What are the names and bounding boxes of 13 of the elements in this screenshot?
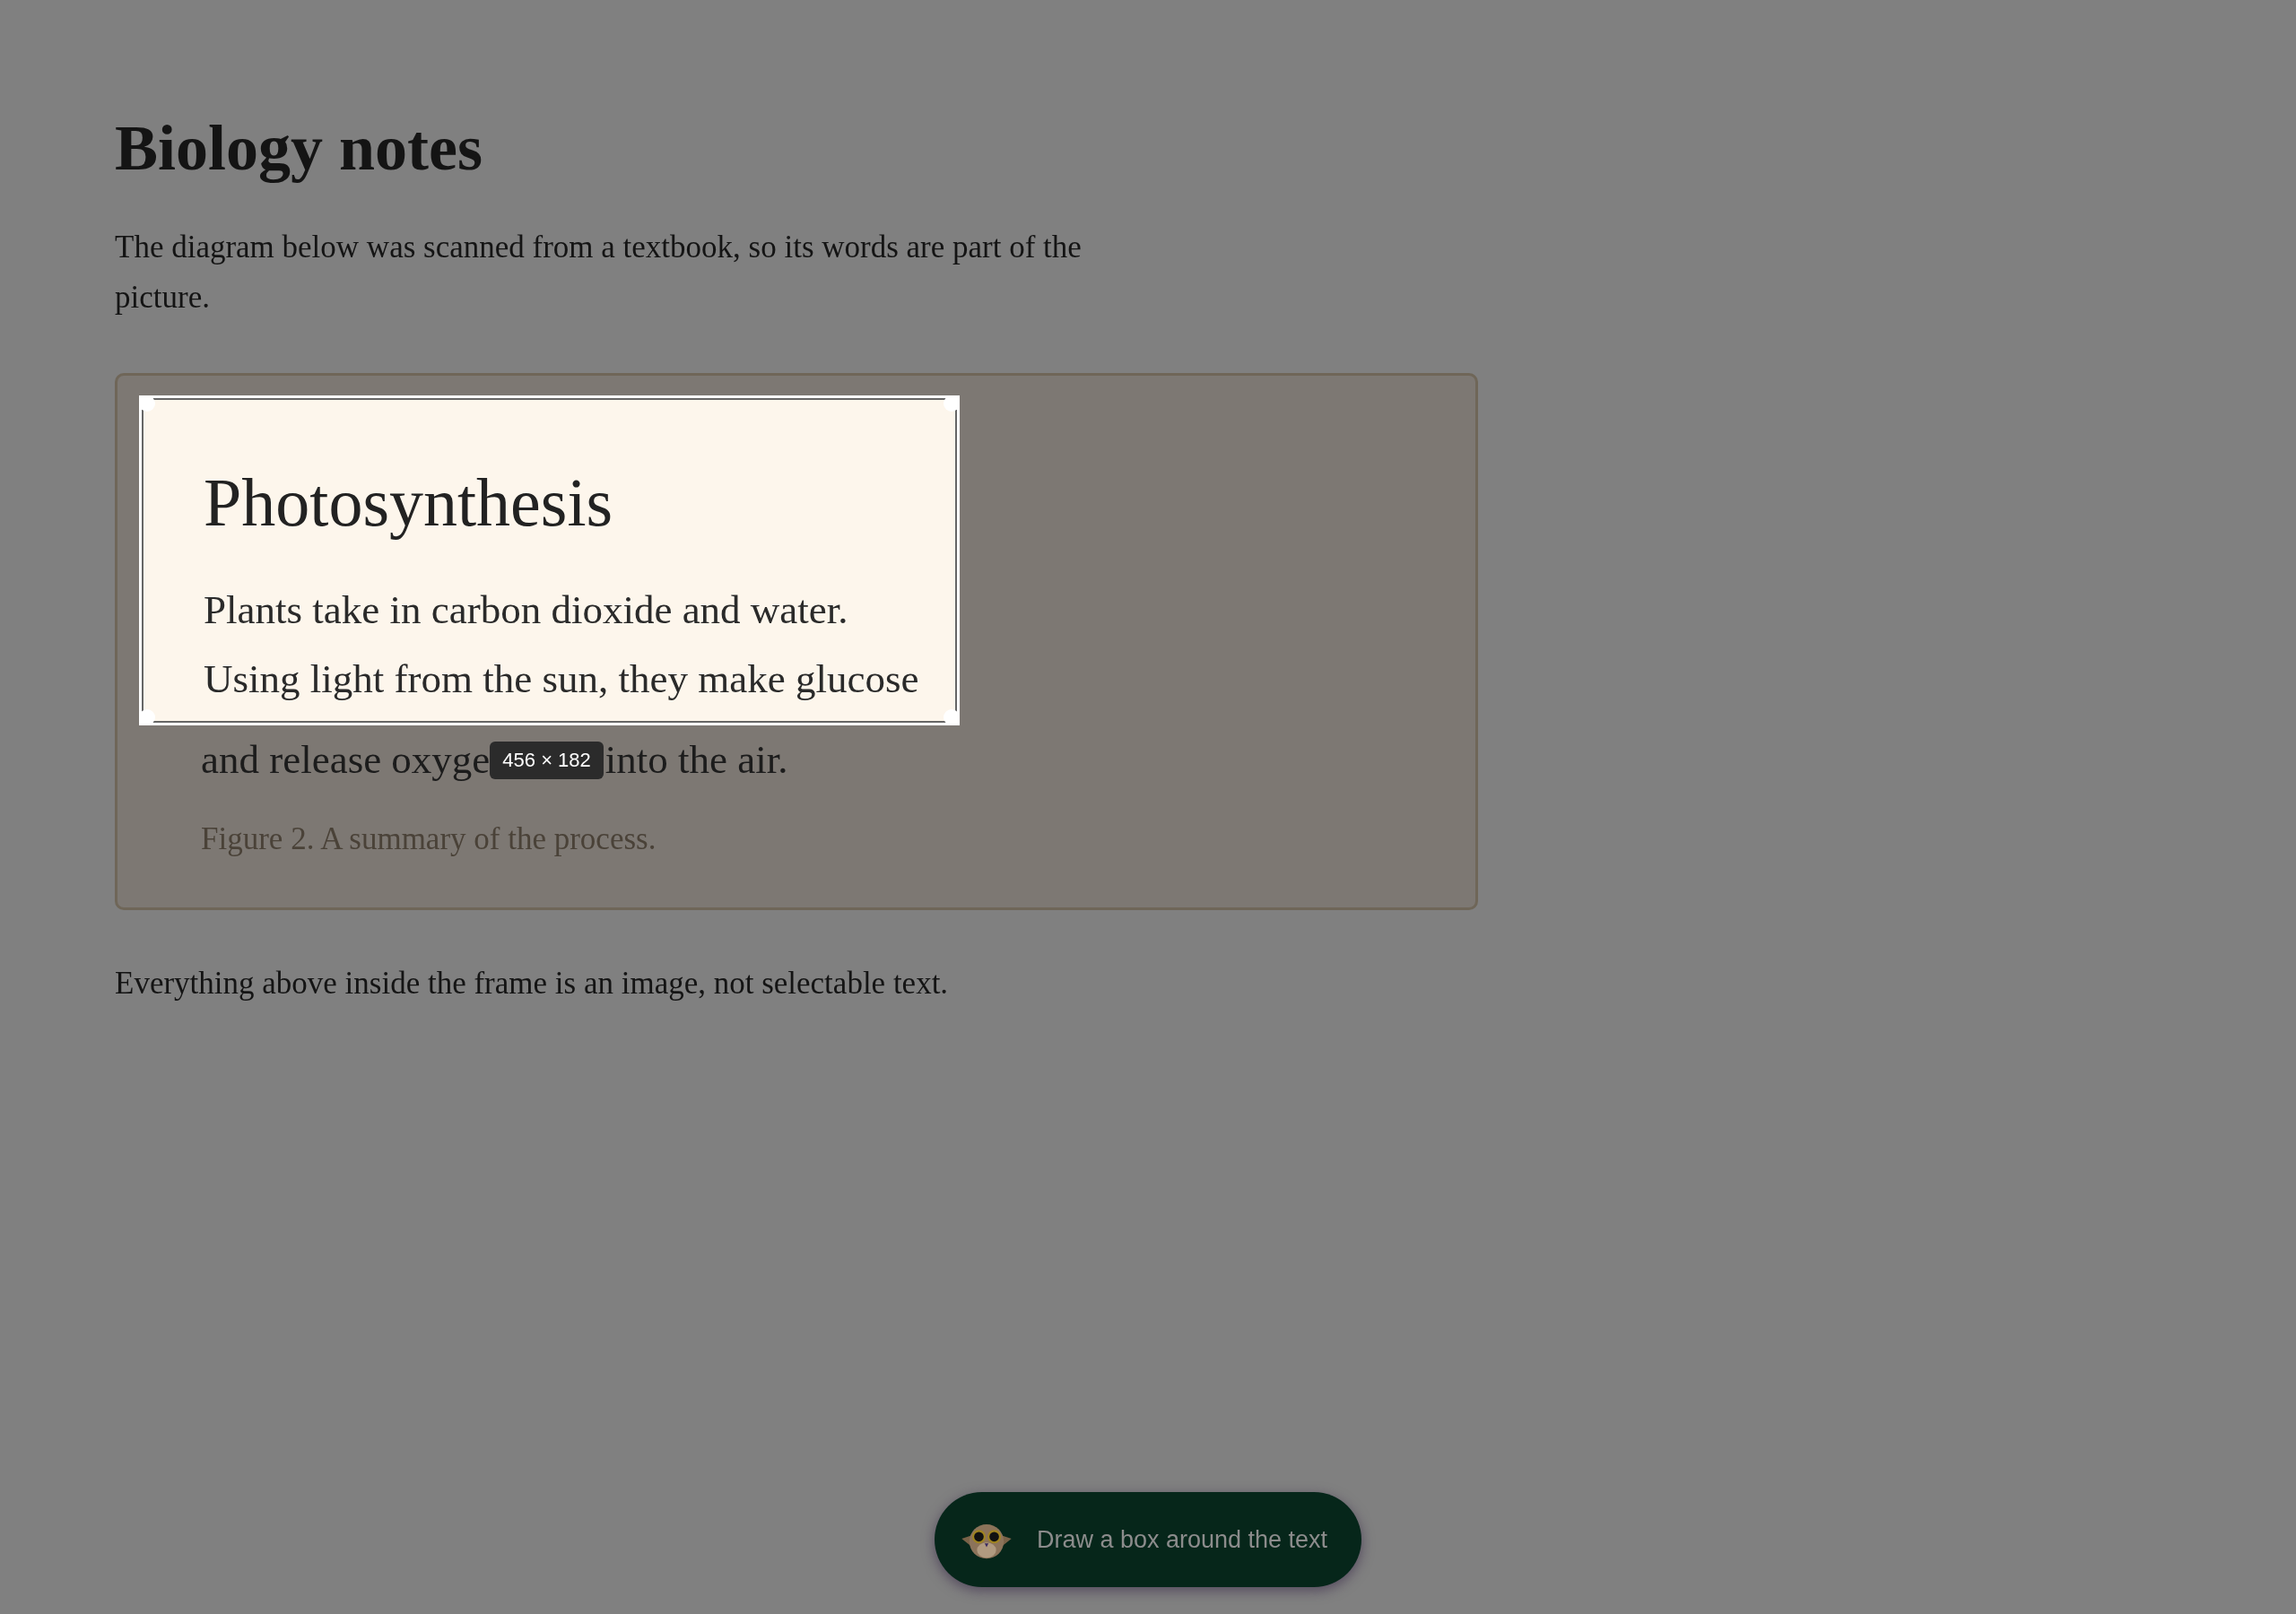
footer-note: Everything above inside the frame is an image, not selectable text.: [115, 966, 950, 1002]
figure-text-line: Plants take in carbon dioxide and water.: [204, 586, 849, 635]
figure-text-line: Using light from the sun, they make glucose: [204, 655, 920, 704]
resize-handle[interactable]: [944, 395, 960, 412]
figure-text-line: and release oxyge: [201, 736, 491, 785]
hint-text: Draw a box around the text: [1036, 1525, 1328, 1554]
intro-paragraph: The diagram below was scanned from a textbook, so its words are part of the picture.: [115, 229, 1083, 317]
selection-box[interactable]: Photosynthesis Plants take in carbon dioxide and water. Using light from the sun, they make glucose: [139, 395, 960, 726]
page-title: Biology notes: [115, 111, 484, 186]
figure-caption: Figure 2. A summary of the process.: [200, 821, 657, 858]
figure-text-line: into the air.: [604, 736, 788, 785]
resize-handle[interactable]: [139, 395, 155, 412]
size-tooltip: 456 × 182: [490, 741, 604, 779]
